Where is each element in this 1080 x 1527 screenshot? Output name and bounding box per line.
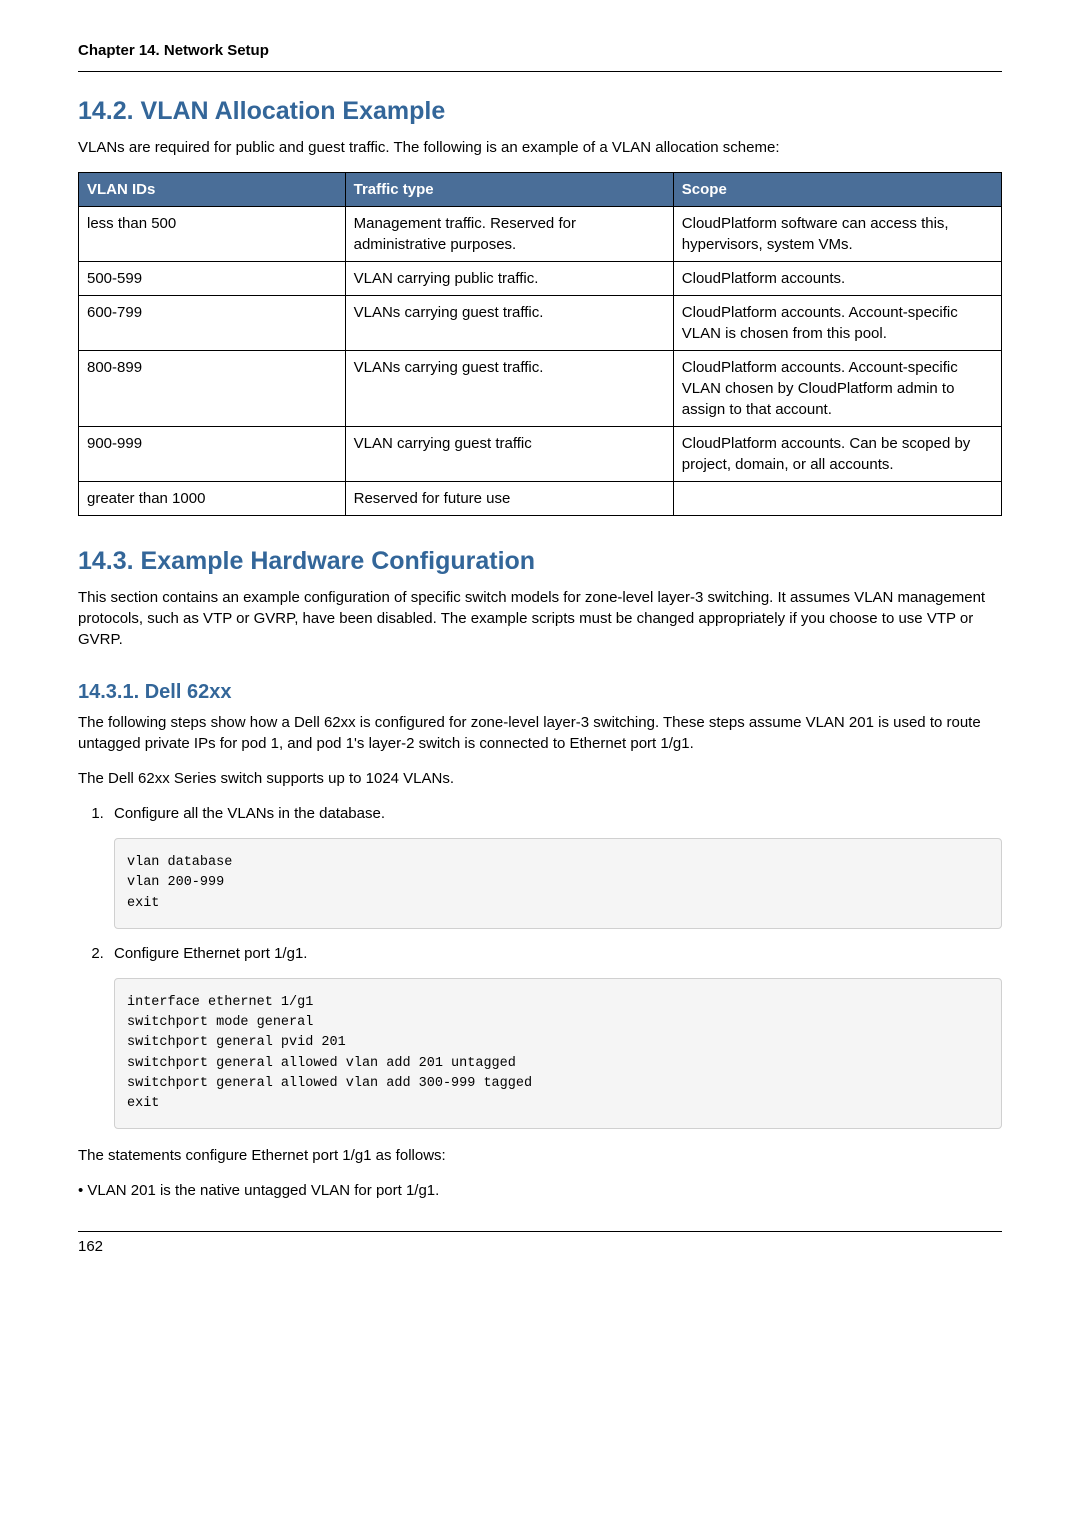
step-2-code: interface ethernet 1/g1 switchport mode … bbox=[114, 978, 1002, 1130]
bullet-1: VLAN 201 is the native untagged VLAN for… bbox=[78, 1180, 1002, 1201]
step-2: Configure Ethernet port 1/g1. interface … bbox=[108, 943, 1002, 1130]
section-14-3-intro: This section contains an example configu… bbox=[78, 587, 1002, 650]
section-heading-14-3: 14.3. Example Hardware Configuration bbox=[78, 544, 1002, 579]
cell-traffic-type: VLANs carrying guest traffic. bbox=[345, 296, 673, 351]
para-14-3-1-b: The Dell 62xx Series switch supports up … bbox=[78, 768, 1002, 789]
section-heading-14-3-1: 14.3.1. Dell 62xx bbox=[78, 678, 1002, 706]
table-row: less than 500 Management traffic. Reserv… bbox=[79, 207, 1002, 262]
section-heading-14-2: 14.2. VLAN Allocation Example bbox=[78, 94, 1002, 129]
cell-vlan-ids: less than 500 bbox=[79, 207, 346, 262]
cell-scope: CloudPlatform accounts. Can be scoped by… bbox=[673, 427, 1001, 482]
cell-vlan-ids: 600-799 bbox=[79, 296, 346, 351]
cell-vlan-ids: 500-599 bbox=[79, 262, 346, 296]
cell-vlan-ids: 900-999 bbox=[79, 427, 346, 482]
chapter-header: Chapter 14. Network Setup bbox=[78, 40, 1002, 72]
table-row: 800-899 VLANs carrying guest traffic. Cl… bbox=[79, 351, 1002, 427]
th-scope: Scope bbox=[673, 173, 1001, 207]
th-traffic-type: Traffic type bbox=[345, 173, 673, 207]
bullet-1-text: VLAN 201 is the native untagged VLAN for… bbox=[87, 1182, 439, 1199]
steps-list: Configure all the VLANs in the database.… bbox=[78, 803, 1002, 1129]
table-row: 900-999 VLAN carrying guest traffic Clou… bbox=[79, 427, 1002, 482]
cell-traffic-type: VLANs carrying guest traffic. bbox=[345, 351, 673, 427]
after-steps: The statements configure Ethernet port 1… bbox=[78, 1145, 1002, 1166]
section-14-3: 14.3. Example Hardware Configuration Thi… bbox=[78, 544, 1002, 650]
step-1-code: vlan database vlan 200-999 exit bbox=[114, 838, 1002, 929]
section-14-2: 14.2. VLAN Allocation Example VLANs are … bbox=[78, 94, 1002, 516]
th-vlan-ids: VLAN IDs bbox=[79, 173, 346, 207]
cell-scope: CloudPlatform accounts. Account-specific… bbox=[673, 296, 1001, 351]
step-2-label: Configure Ethernet port 1/g1. bbox=[114, 945, 307, 962]
cell-traffic-type: Management traffic. Reserved for adminis… bbox=[345, 207, 673, 262]
page-number: 162 bbox=[78, 1238, 103, 1255]
step-1: Configure all the VLANs in the database.… bbox=[108, 803, 1002, 929]
table-row: 600-799 VLANs carrying guest traffic. Cl… bbox=[79, 296, 1002, 351]
section-14-3-1: 14.3.1. Dell 62xx The following steps sh… bbox=[78, 678, 1002, 1201]
cell-vlan-ids: 800-899 bbox=[79, 351, 346, 427]
cell-vlan-ids: greater than 1000 bbox=[79, 482, 346, 516]
cell-scope: CloudPlatform accounts. Account-specific… bbox=[673, 351, 1001, 427]
cell-traffic-type: VLAN carrying guest traffic bbox=[345, 427, 673, 482]
cell-scope: CloudPlatform software can access this, … bbox=[673, 207, 1001, 262]
table-header-row: VLAN IDs Traffic type Scope bbox=[79, 173, 1002, 207]
vlan-allocation-table: VLAN IDs Traffic type Scope less than 50… bbox=[78, 172, 1002, 516]
section-14-2-intro: VLANs are required for public and guest … bbox=[78, 137, 1002, 158]
bullet-list: VLAN 201 is the native untagged VLAN for… bbox=[78, 1180, 1002, 1201]
cell-scope bbox=[673, 482, 1001, 516]
para-14-3-1-a: The following steps show how a Dell 62xx… bbox=[78, 712, 1002, 754]
page-footer: 162 bbox=[78, 1231, 1002, 1257]
step-1-label: Configure all the VLANs in the database. bbox=[114, 805, 385, 822]
table-row: greater than 1000 Reserved for future us… bbox=[79, 482, 1002, 516]
chapter-header-text: Chapter 14. Network Setup bbox=[78, 42, 269, 59]
cell-traffic-type: Reserved for future use bbox=[345, 482, 673, 516]
cell-traffic-type: VLAN carrying public traffic. bbox=[345, 262, 673, 296]
cell-scope: CloudPlatform accounts. bbox=[673, 262, 1001, 296]
table-row: 500-599 VLAN carrying public traffic. Cl… bbox=[79, 262, 1002, 296]
